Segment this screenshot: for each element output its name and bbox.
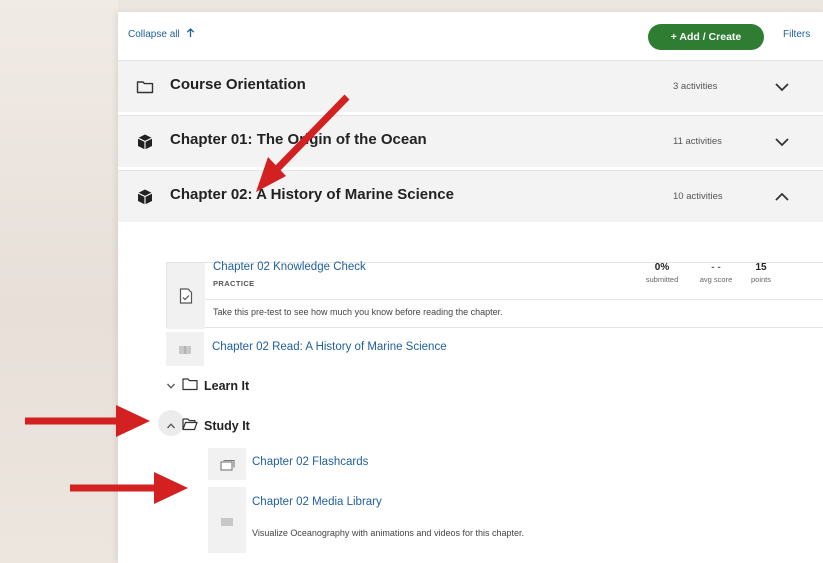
annotation-arrows — [25, 94, 350, 504]
arrow-pointing-study-it-toggle — [25, 405, 150, 437]
arrow-pointing-chapter-title — [256, 94, 350, 192]
arrow-pointing-media-library — [70, 472, 188, 504]
